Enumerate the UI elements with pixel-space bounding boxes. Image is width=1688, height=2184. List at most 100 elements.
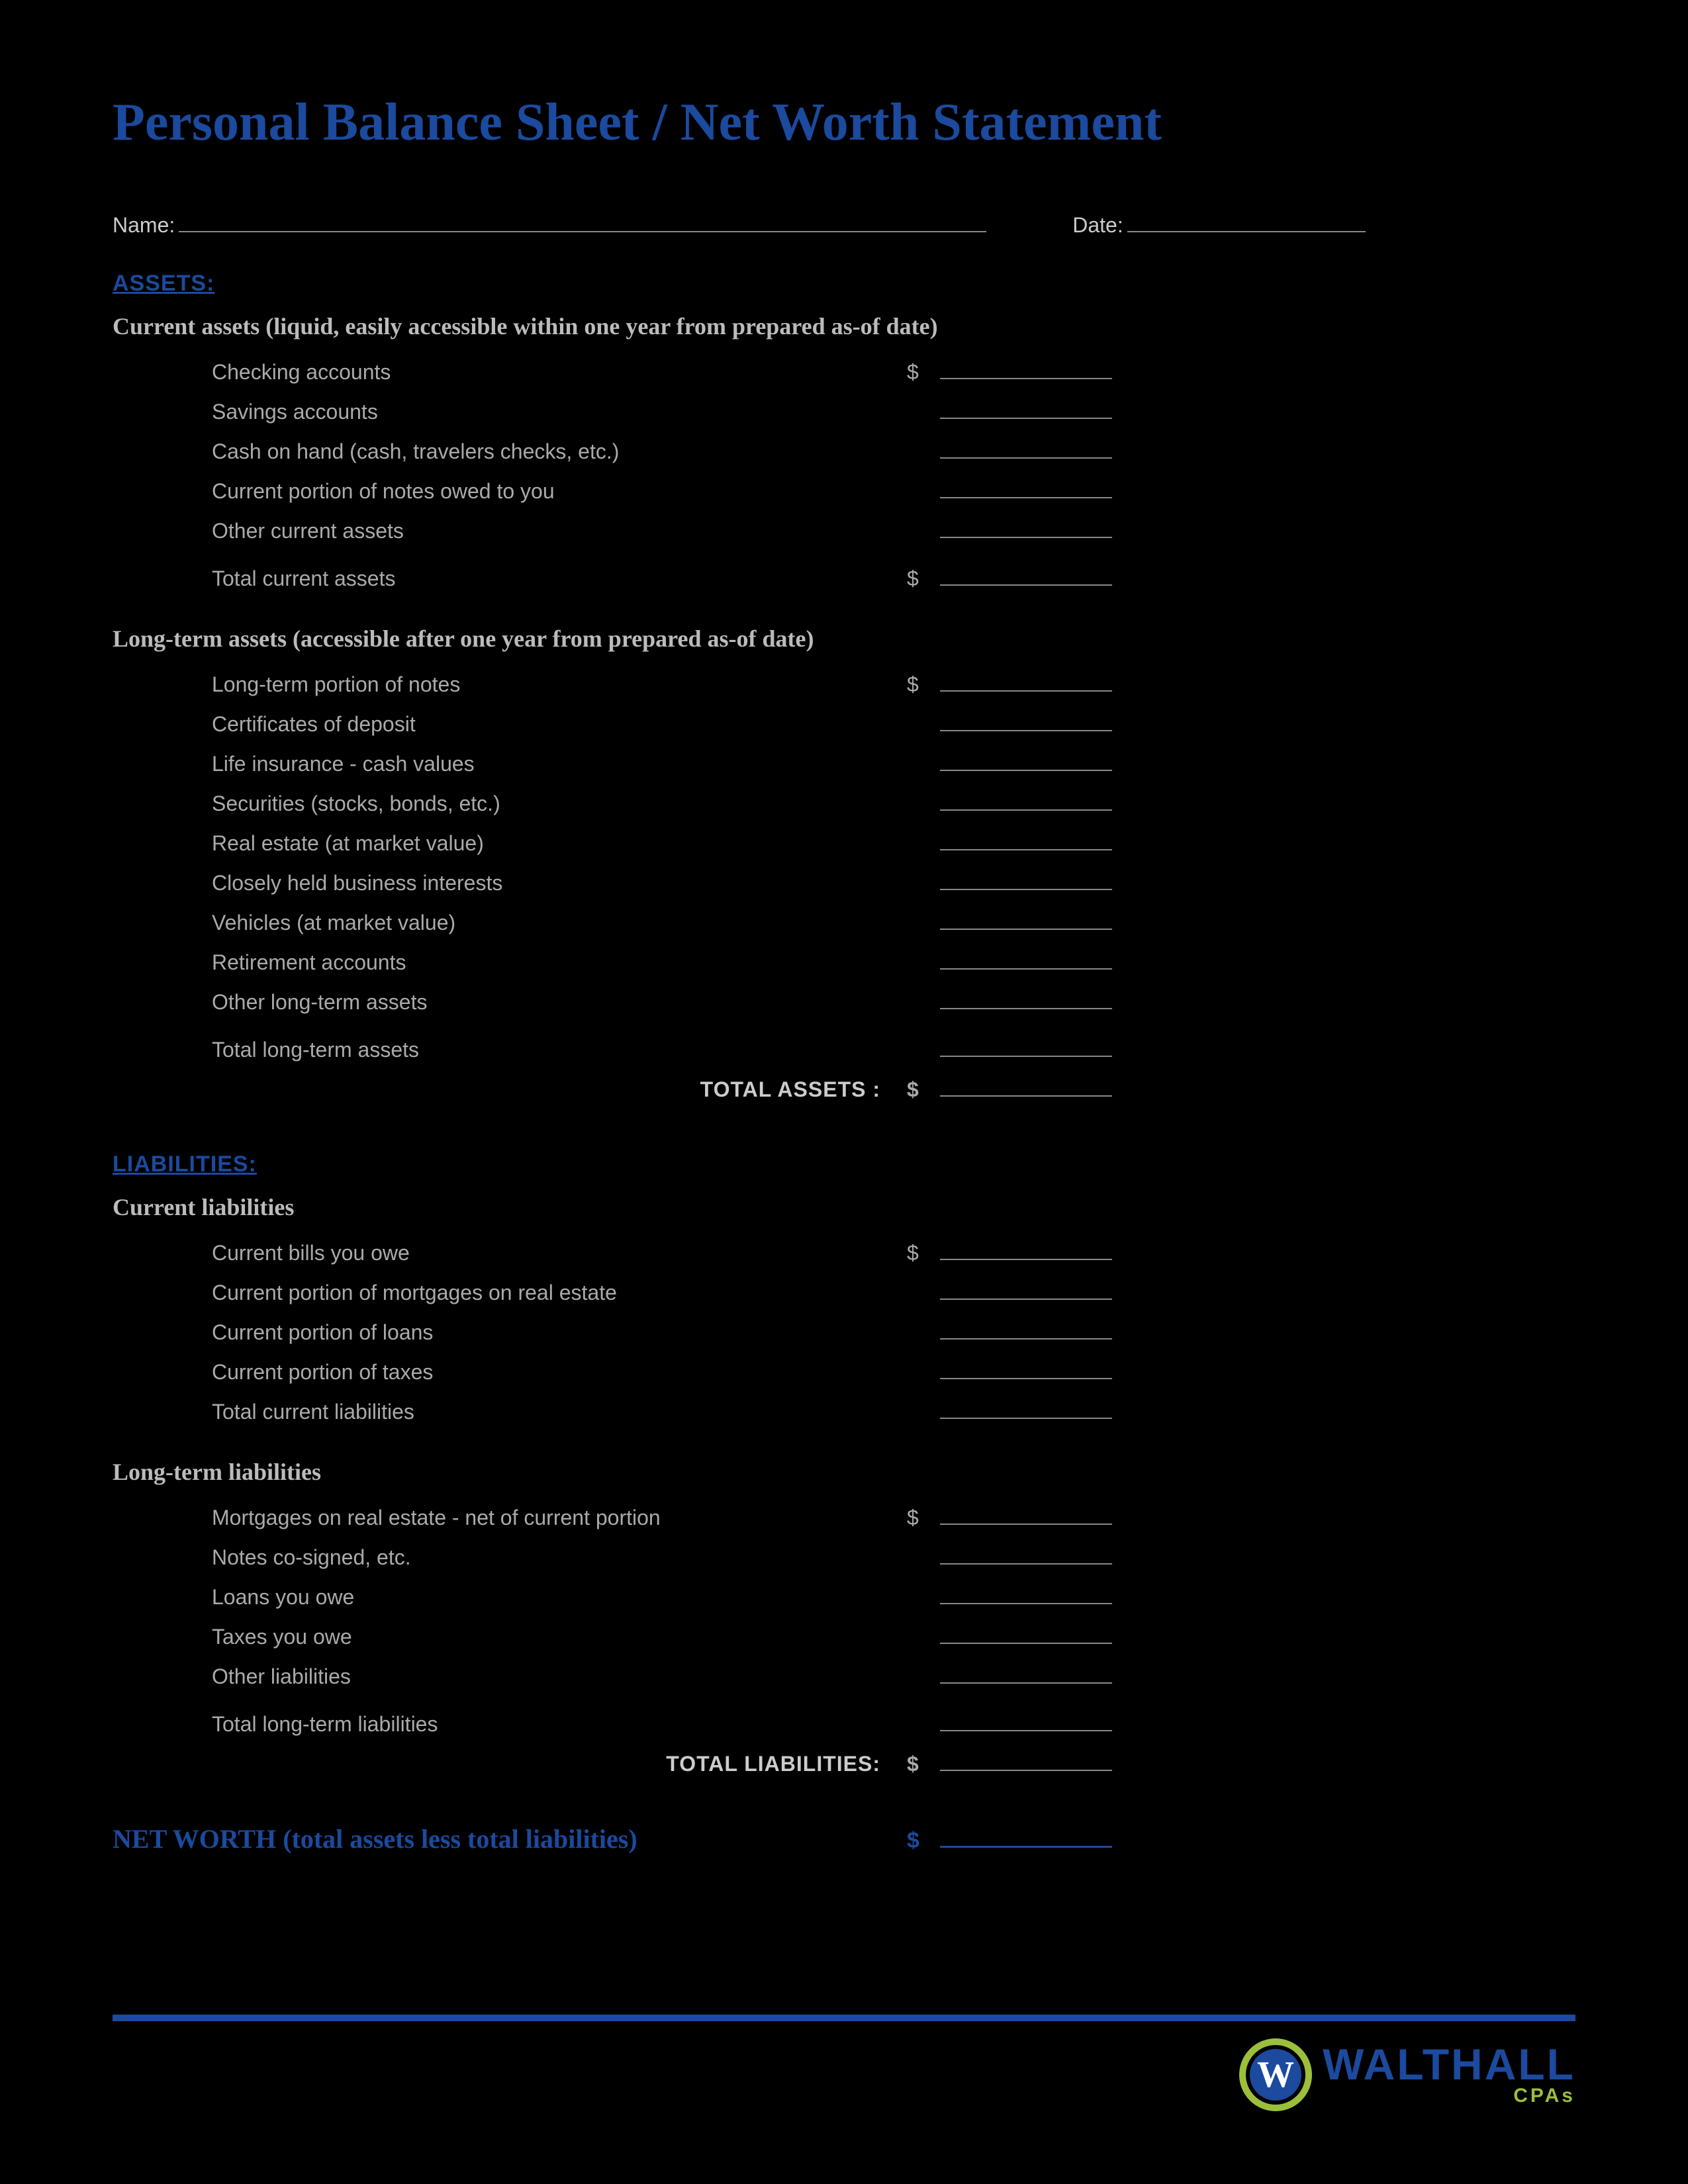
dollar-sign: $ — [907, 1502, 940, 1533]
subtotal-label: Total long-term assets — [113, 1034, 907, 1066]
page-title: Personal Balance Sheet / Net Worth State… — [113, 93, 1575, 153]
amount-input-line[interactable] — [940, 1361, 1112, 1379]
line-item: Vehicles (at market value) — [113, 903, 1575, 942]
date-label: Date: — [1072, 213, 1123, 238]
amount-input-line[interactable] — [940, 991, 1112, 1009]
amount-input-line[interactable] — [940, 400, 1112, 419]
subtotal-label: Total current liabilities — [113, 1396, 907, 1428]
subtotal-row: Total current assets$ — [113, 559, 1575, 598]
line-item: Taxes you owe — [113, 1617, 1575, 1657]
amount-input-line[interactable] — [940, 1281, 1112, 1300]
line-item: Current portion of notes owed to you — [113, 471, 1575, 511]
line-item: Life insurance - cash values — [113, 744, 1575, 784]
amount-input-line[interactable] — [940, 911, 1112, 930]
line-item: Current portion of loans — [113, 1312, 1575, 1352]
longterm-liabilities-subhead: Long-term liabilities — [113, 1458, 1575, 1486]
line-item: Current portion of mortgages on real est… — [113, 1273, 1575, 1312]
line-item: Current bills you owe$ — [113, 1233, 1575, 1273]
footer: W WALTHALL CPAs — [113, 2015, 1575, 2111]
brand-name: WALTHALL — [1323, 2045, 1575, 2084]
networth-row: NET WORTH (total assets less total liabi… — [113, 1823, 1575, 1854]
brand-logo: W WALTHALL CPAs — [113, 2038, 1575, 2111]
line-item: Savings accounts — [113, 392, 1575, 432]
brand-sub: CPAs — [1323, 2087, 1575, 2105]
amount-input-line[interactable] — [940, 792, 1112, 811]
grand-total-row: TOTAL LIABILITIES:$ — [113, 1744, 1575, 1784]
line-item: Retirement accounts — [113, 942, 1575, 982]
dollar-sign: $ — [907, 563, 940, 594]
amount-input-line[interactable] — [940, 673, 1112, 692]
amount-input-line[interactable] — [940, 1625, 1112, 1644]
item-label: Certificates of deposit — [113, 708, 907, 740]
line-item: Closely held business interests — [113, 863, 1575, 903]
subtotal-label: Total current assets — [113, 563, 907, 594]
dollar-sign: $ — [907, 1073, 940, 1105]
meta-row: Name: Date: — [113, 212, 1575, 238]
amount-input-line[interactable] — [940, 832, 1112, 850]
line-item: Real estate (at market value) — [113, 823, 1575, 863]
amount-input-line[interactable] — [940, 713, 1112, 731]
item-label: Notes co-signed, etc. — [113, 1541, 907, 1573]
dollar-sign: $ — [907, 1748, 940, 1780]
item-label: Current portion of taxes — [113, 1356, 907, 1388]
amount-input-line[interactable] — [940, 1665, 1112, 1684]
line-item: Other liabilities — [113, 1657, 1575, 1696]
item-label: Savings accounts — [113, 396, 907, 428]
line-item: Notes co-signed, etc. — [113, 1537, 1575, 1577]
item-label: Real estate (at market value) — [113, 827, 907, 859]
item-label: Vehicles (at market value) — [113, 907, 907, 938]
line-item: Other current assets — [113, 511, 1575, 551]
grand-total-row: TOTAL ASSETS :$ — [113, 1069, 1575, 1109]
item-label: Long-term portion of notes — [113, 668, 907, 700]
subtotal-row: Total current liabilities — [113, 1392, 1575, 1432]
amount-input-line[interactable] — [940, 1078, 1112, 1097]
footer-rule — [113, 2015, 1575, 2021]
subtotal-label: Total long-term liabilities — [113, 1708, 907, 1740]
amount-input-line[interactable] — [940, 1828, 1112, 1848]
item-label: Current portion of notes owed to you — [113, 475, 907, 507]
amount-input-line[interactable] — [940, 440, 1112, 459]
amount-input-line[interactable] — [940, 520, 1112, 538]
line-item: Mortgages on real estate - net of curren… — [113, 1498, 1575, 1537]
networth-label: NET WORTH (total assets less total liabi… — [113, 1823, 907, 1854]
item-label: Current bills you owe — [113, 1237, 907, 1269]
current-liabilities-subhead: Current liabilities — [113, 1193, 1575, 1221]
line-item: Certificates of deposit — [113, 704, 1575, 744]
item-label: Closely held business interests — [113, 867, 907, 899]
logo-letter: W — [1257, 2056, 1294, 2093]
amount-input-line[interactable] — [940, 1321, 1112, 1340]
item-label: Checking accounts — [113, 356, 907, 388]
amount-input-line[interactable] — [940, 1506, 1112, 1525]
amount-input-line[interactable] — [940, 1400, 1112, 1419]
amount-input-line[interactable] — [940, 1038, 1112, 1057]
amount-input-line[interactable] — [940, 872, 1112, 890]
line-item: Current portion of taxes — [113, 1352, 1575, 1392]
item-label: Life insurance - cash values — [113, 748, 907, 780]
line-item: Long-term portion of notes$ — [113, 664, 1575, 704]
liabilities-header: LIABILITIES: — [113, 1152, 1575, 1177]
name-input-line[interactable] — [179, 212, 986, 232]
date-input-line[interactable] — [1127, 212, 1366, 232]
amount-input-line[interactable] — [940, 1546, 1112, 1565]
amount-input-line[interactable] — [940, 567, 1112, 586]
logo-mark-icon: W — [1239, 2038, 1312, 2111]
name-label: Name: — [113, 213, 175, 238]
amount-input-line[interactable] — [940, 1752, 1112, 1771]
longterm-assets-subhead: Long-term assets (accessible after one y… — [113, 625, 1575, 653]
amount-input-line[interactable] — [940, 752, 1112, 771]
item-label: Other liabilities — [113, 1661, 907, 1692]
item-label: Taxes you owe — [113, 1621, 907, 1653]
line-item: Loans you owe — [113, 1577, 1575, 1617]
item-label: Current portion of mortgages on real est… — [113, 1277, 907, 1308]
line-item: Other long-term assets — [113, 982, 1575, 1022]
assets-header: ASSETS: — [113, 271, 1575, 296]
dollar-sign: $ — [907, 668, 940, 700]
subtotal-row: Total long-term liabilities — [113, 1704, 1575, 1744]
amount-input-line[interactable] — [940, 1586, 1112, 1604]
amount-input-line[interactable] — [940, 1713, 1112, 1731]
amount-input-line[interactable] — [940, 951, 1112, 970]
item-label: Retirement accounts — [113, 946, 907, 978]
amount-input-line[interactable] — [940, 480, 1112, 498]
amount-input-line[interactable] — [940, 1242, 1112, 1260]
amount-input-line[interactable] — [940, 361, 1112, 379]
